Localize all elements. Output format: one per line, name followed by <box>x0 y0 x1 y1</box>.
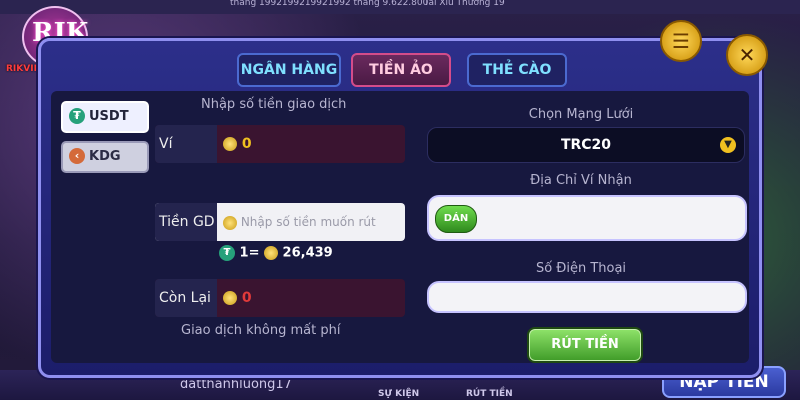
remaining-label: Còn Lại <box>155 279 217 317</box>
tether-icon: ₮ <box>219 245 235 261</box>
ticker-text-2: Tài Xỉu Thường 19 <box>424 0 505 8</box>
tx-row[interactable]: Tiền GD Nhập số tiền muốn rút <box>155 203 405 241</box>
ticker-text: thang 1992199219921992 thắng 9.622.800 <box>230 0 429 8</box>
wallet-label: Ví <box>155 125 217 163</box>
tether-icon: ₮ <box>69 107 85 124</box>
network-label: Chọn Mạng Lưới <box>528 107 634 122</box>
remaining-value: 0 <box>223 279 252 317</box>
phone-input[interactable] <box>427 281 747 313</box>
username: datthanhluong17 <box>180 377 292 392</box>
chevron-down-icon: ▼ <box>720 137 736 153</box>
tx-placeholder: Nhập số tiền muốn rút <box>240 215 376 229</box>
clipboard-icon: ☰ <box>672 29 690 53</box>
side-tab-usdt-label: USDT <box>89 109 129 124</box>
address-label: Địa Chỉ Ví Nhận <box>530 173 632 188</box>
exchange-rate: ₮ 1= 26,439 <box>219 245 333 261</box>
coin-icon <box>223 215 237 230</box>
kdg-icon: ‹ <box>69 147 85 164</box>
withdraw-dialog: NGÂN HÀNG TIỀN ẢO THẺ CÀO ₮ USDT ‹ KDG Nhậ… <box>38 38 762 378</box>
rate-value: 26,439 <box>282 245 333 261</box>
withdraw-button[interactable]: RÚT TIỀN <box>527 327 643 363</box>
close-icon: ✕ <box>738 43 756 67</box>
side-tab-usdt[interactable]: ₮ USDT <box>61 101 149 133</box>
tx-amount-input[interactable]: Nhập số tiền muốn rút <box>223 203 376 241</box>
tab-bank[interactable]: NGÂN HÀNG <box>237 53 341 87</box>
tx-label: Tiền GD <box>155 203 217 241</box>
remaining-row: Còn Lại 0 <box>155 279 405 317</box>
no-fee-note: Giao dịch không mất phí <box>181 323 341 338</box>
right-panel: Chọn Mạng Lưới TRC20 ▼ Địa Chỉ Ví Nhận D… <box>417 103 747 363</box>
wallet-row: Ví 0 <box>155 125 405 163</box>
tab-crypto[interactable]: TIỀN ẢO <box>351 53 451 87</box>
network-select[interactable]: TRC20 ▼ <box>427 127 745 163</box>
close-button[interactable]: ✕ <box>726 34 768 76</box>
phone-label: Số Điện Thoại <box>535 261 627 276</box>
wallet-amount: 0 <box>241 136 252 152</box>
rate-prefix: 1= <box>239 245 260 261</box>
amount-heading: Nhập số tiền giao dịch <box>201 97 347 112</box>
network-value: TRC20 <box>560 137 612 153</box>
nav-withdraw[interactable]: RÚT TIỀN <box>466 389 513 399</box>
side-tab-kdg-label: KDG <box>89 149 121 164</box>
coin-icon <box>223 291 237 305</box>
side-tab-kdg[interactable]: ‹ KDG <box>61 141 149 173</box>
nav-events[interactable]: SỰ KIỆN <box>378 389 419 399</box>
address-input[interactable]: DÁN <box>427 195 747 241</box>
coin-icon <box>264 246 279 260</box>
wallet-value: 0 <box>223 125 252 163</box>
paste-button[interactable]: DÁN <box>435 205 477 233</box>
tab-card[interactable]: THẺ CÀO <box>467 53 567 87</box>
history-button[interactable]: ☰ <box>660 20 702 62</box>
dialog-body: ₮ USDT ‹ KDG Nhập số tiền giao dịch Ví 0 T… <box>51 91 749 363</box>
coin-icon <box>223 137 237 151</box>
remaining-amount: 0 <box>241 290 252 306</box>
